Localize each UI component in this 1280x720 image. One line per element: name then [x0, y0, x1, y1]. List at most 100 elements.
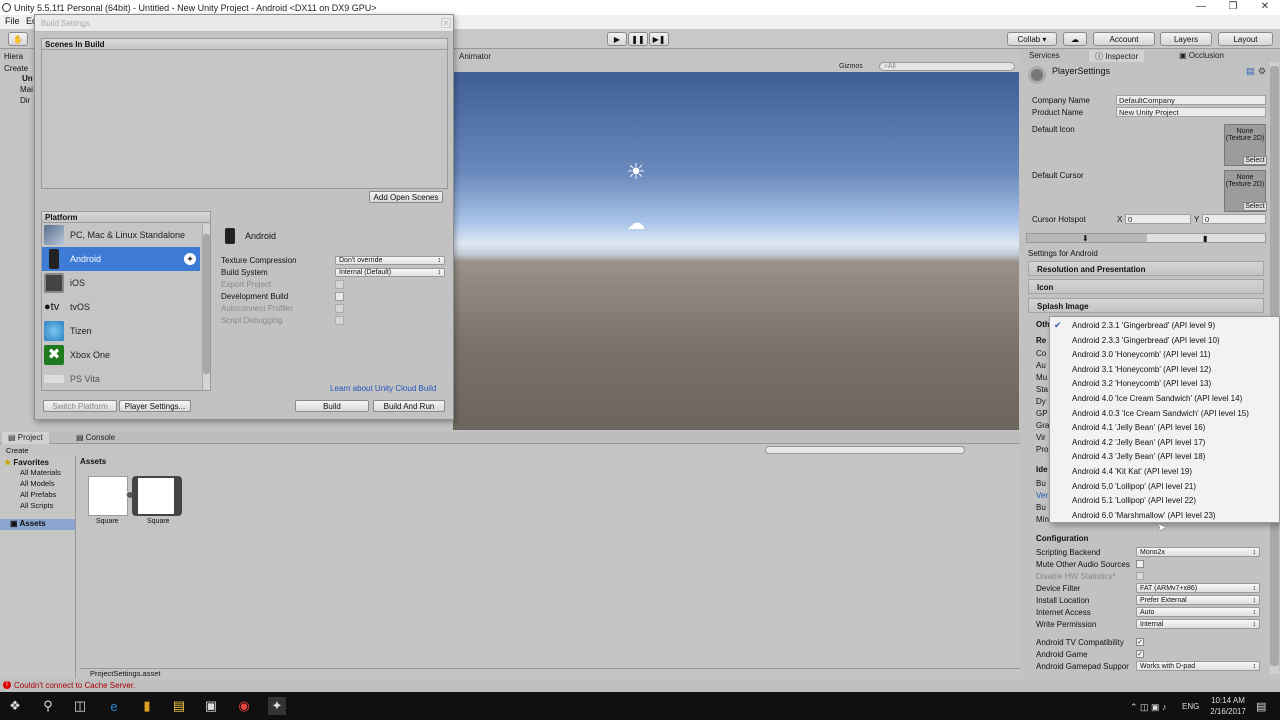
fav-item[interactable]: All Scripts — [20, 501, 53, 510]
hand-tool-icon[interactable]: ✋ — [8, 32, 28, 46]
layout-dropdown[interactable]: Layout — [1218, 32, 1273, 46]
api-option[interactable]: Android 4.0 'Ice Cream Sandwich' (API le… — [1050, 391, 1279, 406]
assets-breadcrumb[interactable]: Assets — [80, 457, 106, 466]
task-view-icon[interactable]: ◫ — [71, 697, 89, 715]
api-option[interactable]: Android 2.3.1 'Gingerbread' (API level 9… — [1050, 318, 1279, 333]
dialog-close-icon[interactable]: ✕ — [441, 18, 451, 28]
scripting-backend-dropdown[interactable]: Mono2x ↕ — [1136, 547, 1260, 557]
clock-date[interactable]: 2/16/2017 — [1205, 707, 1251, 716]
platform-scrollbar[interactable] — [202, 224, 210, 390]
platform-standalone[interactable]: PC, Mac & Linux Standalone — [42, 223, 200, 247]
collab-button[interactable]: Collab ▾ — [1007, 32, 1057, 46]
unity-taskbar-icon[interactable]: ✦ — [268, 697, 286, 715]
step-button[interactable]: ▶❚ — [649, 32, 669, 46]
project-search-input[interactable] — [765, 446, 965, 454]
switch-platform-button[interactable]: Switch Platform — [43, 400, 117, 412]
minimize-icon[interactable]: — — [1186, 0, 1216, 15]
project-create-button[interactable]: Create — [6, 446, 29, 455]
favorites-label[interactable]: ★ Favorites — [4, 458, 49, 467]
scene-view[interactable]: ☀ ☁ — [453, 72, 1019, 430]
disable-hw-stats-checkbox[interactable] — [1136, 572, 1144, 580]
platform-ios[interactable]: iOS — [42, 271, 200, 295]
fav-item[interactable]: All Models — [20, 479, 55, 488]
tab-occlusion[interactable]: ▣ Occlusion — [1173, 50, 1230, 62]
windows-start-icon[interactable]: ❖ — [6, 697, 24, 715]
android-tv-checkbox[interactable]: ✓ — [1136, 638, 1144, 646]
default-icon-texture[interactable]: None (Texture 2D) Select — [1224, 124, 1267, 166]
close-icon[interactable]: ✕ — [1250, 0, 1280, 15]
build-and-run-button[interactable]: Build And Run — [373, 400, 445, 412]
platform-ps-vita[interactable]: PS Vita — [42, 367, 200, 390]
mute-audio-checkbox[interactable] — [1136, 560, 1144, 568]
install-location-dropdown[interactable]: Prefer External ↕ — [1136, 595, 1260, 605]
default-cursor-texture[interactable]: None (Texture 2D) Select — [1224, 170, 1267, 212]
player-settings-button[interactable]: Player Settings... — [119, 400, 191, 412]
search-icon[interactable]: ⚲ — [39, 697, 57, 715]
assets-folder[interactable]: ▣ Assets — [0, 519, 75, 530]
play-button[interactable]: ▶ — [607, 32, 627, 46]
export-project-checkbox[interactable] — [335, 280, 344, 289]
pause-button[interactable]: ❚❚ — [628, 32, 648, 46]
device-filter-dropdown[interactable]: FAT (ARMv7+x86) ↕ — [1136, 583, 1260, 593]
tab-services[interactable]: Services — [1023, 50, 1066, 62]
clock-time[interactable]: 10:14 AM — [1207, 696, 1249, 705]
script-debugging-checkbox[interactable] — [335, 316, 344, 325]
standalone-tab-icon[interactable]: ⬇ — [1082, 234, 1089, 243]
restore-icon[interactable]: ❐ — [1218, 0, 1248, 15]
android-game-checkbox[interactable]: ✓ — [1136, 650, 1144, 658]
gamepad-support-dropdown[interactable]: Works with D-pad ↕ — [1136, 661, 1260, 671]
product-name-input[interactable]: New Unity Project — [1116, 107, 1266, 117]
tray-icons[interactable]: ⌃ ◫ ▣ ♪ — [1130, 702, 1167, 713]
file-explorer-icon[interactable]: ▤ — [170, 697, 188, 715]
book-icon[interactable]: ▤ — [1246, 66, 1255, 77]
default-cursor-select[interactable]: Select — [1243, 202, 1267, 211]
api-option[interactable]: Android 4.1 'Jelly Bean' (API level 16) — [1050, 420, 1279, 435]
scenes-in-build-list[interactable]: Scenes In Build — [41, 38, 448, 189]
internet-access-dropdown[interactable]: Auto ↕ — [1136, 607, 1260, 617]
texture-compression-dropdown[interactable]: Don't override ↕ — [335, 256, 445, 265]
edge-icon[interactable]: e — [105, 697, 123, 715]
cloud-icon[interactable]: ☁ — [1063, 32, 1087, 46]
gear-icon[interactable]: ⚙ — [1258, 66, 1266, 77]
menu-file[interactable]: File — [5, 16, 20, 26]
api-option[interactable]: Android 3.2 'Honeycomb' (API level 13) — [1050, 376, 1279, 391]
hotspot-x-input[interactable]: 0 — [1125, 214, 1191, 224]
chrome-icon[interactable]: ◉ — [235, 697, 253, 715]
autoconnect-profiler-checkbox[interactable] — [335, 304, 344, 313]
hierarchy-item[interactable]: Dir — [20, 96, 30, 105]
add-open-scenes-button[interactable]: Add Open Scenes — [369, 191, 443, 203]
fav-item[interactable]: All Prefabs — [20, 490, 56, 499]
scene-search-input[interactable]: ⌕All — [879, 62, 1015, 71]
tab-console[interactable]: ▤ Console — [70, 432, 121, 444]
api-option[interactable]: Android 5.1 'Lollipop' (API level 22) — [1050, 493, 1279, 508]
api-option[interactable]: Android 4.3 'Jelly Bean' (API level 18) — [1050, 449, 1279, 464]
status-message[interactable]: Couldn't connect to Cache Server. — [14, 681, 135, 690]
app-icon[interactable]: ▮ — [138, 697, 156, 715]
tab-inspector[interactable]: ⓘ Inspector — [1089, 50, 1145, 62]
account-dropdown[interactable]: Account — [1093, 32, 1155, 46]
api-option[interactable]: Android 3.0 'Honeycomb' (API level 11) — [1050, 347, 1279, 362]
icon-foldout[interactable]: Icon — [1028, 279, 1264, 294]
splash-image-foldout[interactable]: Splash Image — [1028, 298, 1264, 313]
api-option[interactable]: Android 4.0.3 'Ice Cream Sandwich' (API … — [1050, 406, 1279, 421]
build-button[interactable]: Build — [295, 400, 369, 412]
hierarchy-item[interactable]: Mai — [20, 85, 33, 94]
api-option[interactable]: Android 2.3.3 'Gingerbread' (API level 1… — [1050, 333, 1279, 348]
store-icon[interactable]: ▣ — [202, 697, 220, 715]
hierarchy-tab[interactable]: Hiera — [4, 52, 23, 61]
platform-xbox-one[interactable]: ✖ Xbox One — [42, 343, 200, 367]
platform-android[interactable]: Android ✦ — [42, 247, 200, 271]
hierarchy-scene[interactable]: Un — [22, 74, 33, 83]
write-permission-dropdown[interactable]: Internal ↕ — [1136, 619, 1260, 629]
api-option[interactable]: Android 5.0 'Lollipop' (API level 21) — [1050, 479, 1279, 494]
platform-tvos[interactable]: ●tv tvOS — [42, 295, 200, 319]
build-system-dropdown[interactable]: Internal (Default) ↕ — [335, 268, 445, 277]
language-indicator[interactable]: ENG — [1182, 702, 1199, 711]
notification-icon[interactable]: ▤ — [1256, 700, 1266, 713]
resolution-presentation-foldout[interactable]: Resolution and Presentation — [1028, 261, 1264, 276]
api-option[interactable]: Android 4.4 'Kit Kat' (API level 19) — [1050, 464, 1279, 479]
default-icon-select[interactable]: Select — [1243, 156, 1267, 165]
platform-tizen[interactable]: Tizen — [42, 319, 200, 343]
hierarchy-create[interactable]: Create — [4, 64, 28, 73]
cloud-build-link[interactable]: Learn about Unity Cloud Build — [330, 384, 436, 393]
